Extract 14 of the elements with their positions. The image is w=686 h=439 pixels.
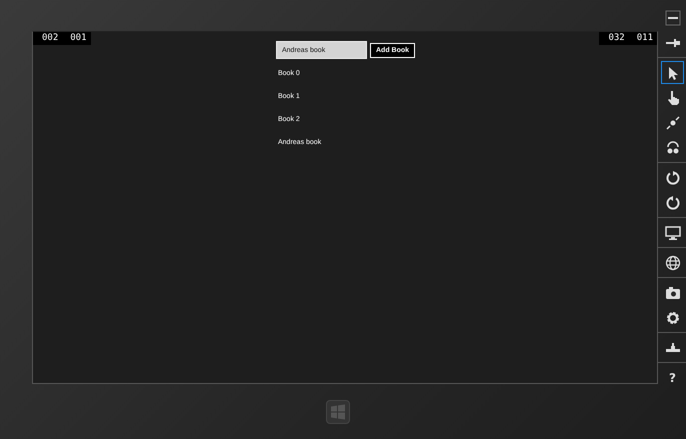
frame-counter: 032 011	[599, 32, 657, 45]
rotate-clockwise-icon	[664, 170, 680, 186]
camera-icon	[664, 284, 680, 300]
pointer-tool[interactable]	[661, 61, 684, 84]
gear-icon	[664, 310, 680, 326]
windows-logo-icon	[330, 404, 346, 420]
pinch-icon	[664, 114, 680, 130]
monitor-icon	[664, 224, 680, 240]
minimize-icon	[664, 10, 680, 26]
frame-counter: 002 001	[33, 32, 91, 45]
globe-icon	[664, 254, 680, 270]
help-button[interactable]: ?	[661, 366, 684, 389]
two-finger-icon	[664, 140, 680, 156]
rotate-counterclockwise-icon	[664, 194, 680, 210]
